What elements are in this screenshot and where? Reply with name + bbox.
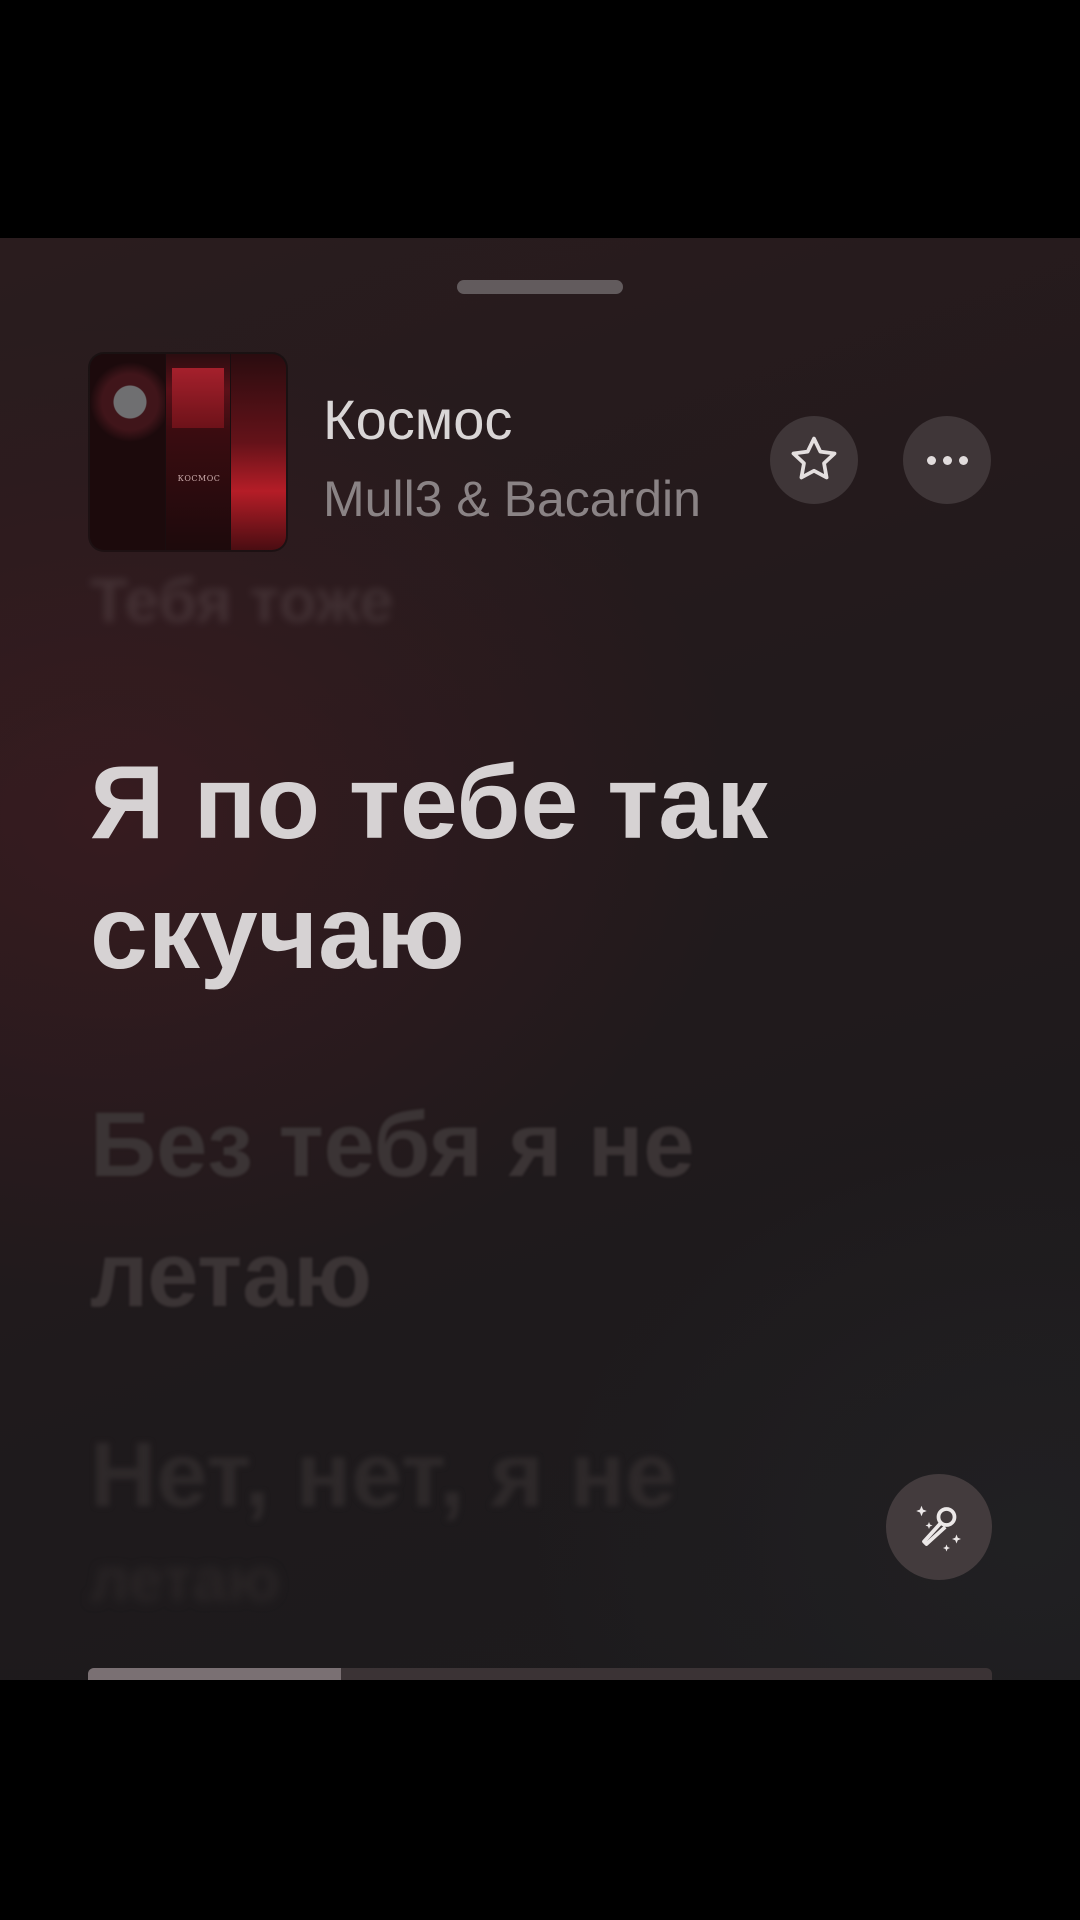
album-artwork[interactable]: КОСМОС xyxy=(90,354,286,550)
artwork-cover-text: КОСМОС xyxy=(177,474,221,483)
lyric-line-previous[interactable]: Тебя тоже xyxy=(90,566,990,637)
track-artist[interactable]: Mull3 & Bacardin xyxy=(323,474,701,524)
lyric-line-active[interactable]: Я по тебе так скучаю xyxy=(90,738,990,998)
sheet-grabber-handle[interactable] xyxy=(457,280,623,294)
artwork-center-panel xyxy=(166,354,230,550)
star-icon xyxy=(791,436,837,480)
more-options-button[interactable] xyxy=(903,416,991,504)
artwork-center-frame xyxy=(172,368,224,428)
artwork-moon-panel xyxy=(90,354,165,550)
lyric-line-following[interactable]: Нет, нет, я не xyxy=(90,1410,990,1540)
artwork-right-panel xyxy=(231,354,286,550)
track-title[interactable]: Космос xyxy=(323,392,512,448)
lyric-line-next[interactable]: Без тебя я не летаю xyxy=(90,1080,990,1340)
ellipsis-icon xyxy=(926,455,968,465)
favorite-button[interactable] xyxy=(770,416,858,504)
playback-progress-fill xyxy=(88,1668,342,1680)
sing-mode-button[interactable] xyxy=(886,1474,992,1580)
bottom-black-area xyxy=(0,1680,1080,1920)
microphone-sparkles-icon xyxy=(916,1505,961,1552)
lyric-line-following-2[interactable]: летаю xyxy=(90,1545,990,1616)
playback-progress-bar[interactable] xyxy=(88,1668,992,1680)
screen: КОСМОС Космос Mull3 & Bacardin Тебя тоже… xyxy=(0,0,1080,1920)
